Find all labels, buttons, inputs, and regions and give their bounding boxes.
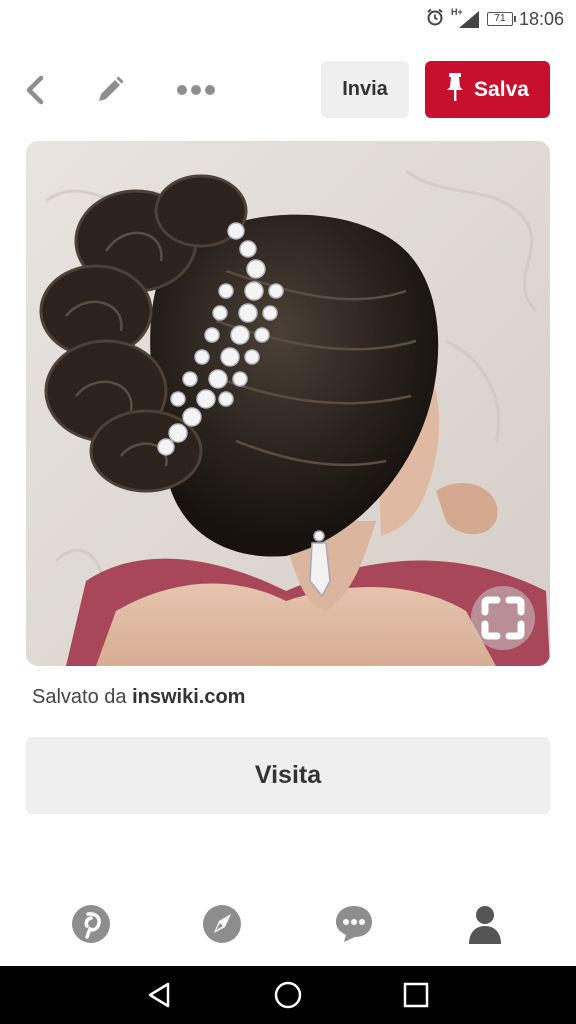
status-time: 18:06 <box>518 8 564 29</box>
battery-icon: 71 <box>486 12 516 26</box>
bottom-nav <box>0 888 576 958</box>
more-horizontal-icon[interactable] <box>176 70 216 110</box>
status-icons: H+ 71 18:06 <box>425 7 564 32</box>
network-type-label: H+ <box>450 7 463 17</box>
alarm-icon <box>425 7 445 32</box>
system-nav-bar <box>0 966 576 1024</box>
explore-compass-icon[interactable] <box>200 902 244 946</box>
chevron-left-icon[interactable] <box>16 70 56 110</box>
saved-from-text: Salvato da inswiki.com <box>32 686 245 709</box>
battery-level: 71 <box>494 13 506 24</box>
pin-icon <box>446 72 464 108</box>
status-bar: H+ 71 18:06 <box>0 0 576 38</box>
saved-from-prefix: Salvato da <box>32 686 127 708</box>
pin-image[interactable] <box>26 141 550 666</box>
pencil-icon[interactable] <box>90 70 130 110</box>
visual-search-icon[interactable] <box>471 586 535 650</box>
pin-toolbar: Invia Salva <box>0 56 576 122</box>
pinterest-home-icon[interactable] <box>69 902 113 946</box>
back-triangle-icon[interactable] <box>145 980 175 1010</box>
send-button[interactable]: Invia <box>321 61 409 118</box>
visit-button[interactable]: Visita <box>26 737 550 814</box>
save-button-label: Salva <box>474 77 529 101</box>
signal-icon: H+ <box>450 7 481 29</box>
recents-square-icon[interactable] <box>401 980 431 1010</box>
messages-icon[interactable] <box>332 902 376 946</box>
profile-icon[interactable] <box>463 902 507 946</box>
home-circle-icon[interactable] <box>273 980 303 1010</box>
save-button[interactable]: Salva <box>425 61 550 118</box>
source-domain-link[interactable]: inswiki.com <box>132 686 245 708</box>
